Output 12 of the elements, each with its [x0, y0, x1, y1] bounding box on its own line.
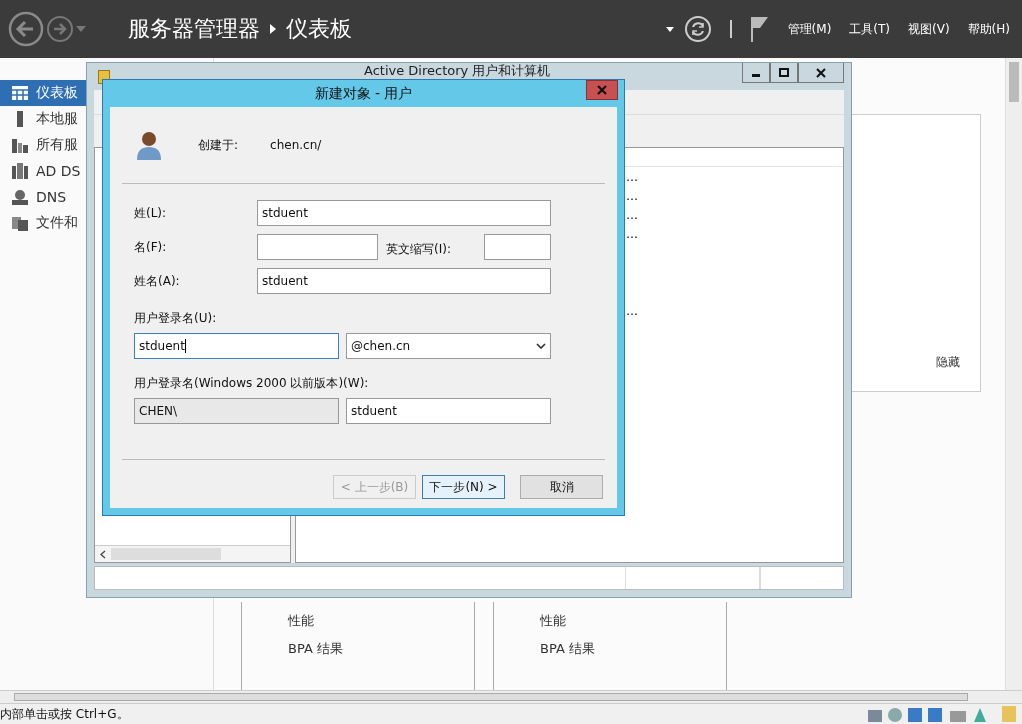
created-in-path: chen.cn/: [270, 138, 322, 152]
field-label: 用户登录名(U):: [134, 310, 218, 327]
field-label: 姓名(A):: [134, 272, 181, 290]
window-title: Active Directory 用户和计算机: [364, 63, 551, 78]
field-label: 名(F):: [134, 238, 168, 256]
field-label: 用户登录名(Windows 2000 以前版本)(W):: [134, 375, 370, 392]
dialog-title: 新建对象 - 用户: [314, 84, 413, 103]
field-label: 英文缩写(I):: [386, 240, 451, 258]
field-label: 姓(L):: [134, 204, 168, 222]
status-text: 内部单击或按 Ctrl+G。: [0, 705, 129, 723]
page-title: 仪表板: [286, 15, 352, 43]
field-label: 创建于:: [198, 136, 239, 154]
